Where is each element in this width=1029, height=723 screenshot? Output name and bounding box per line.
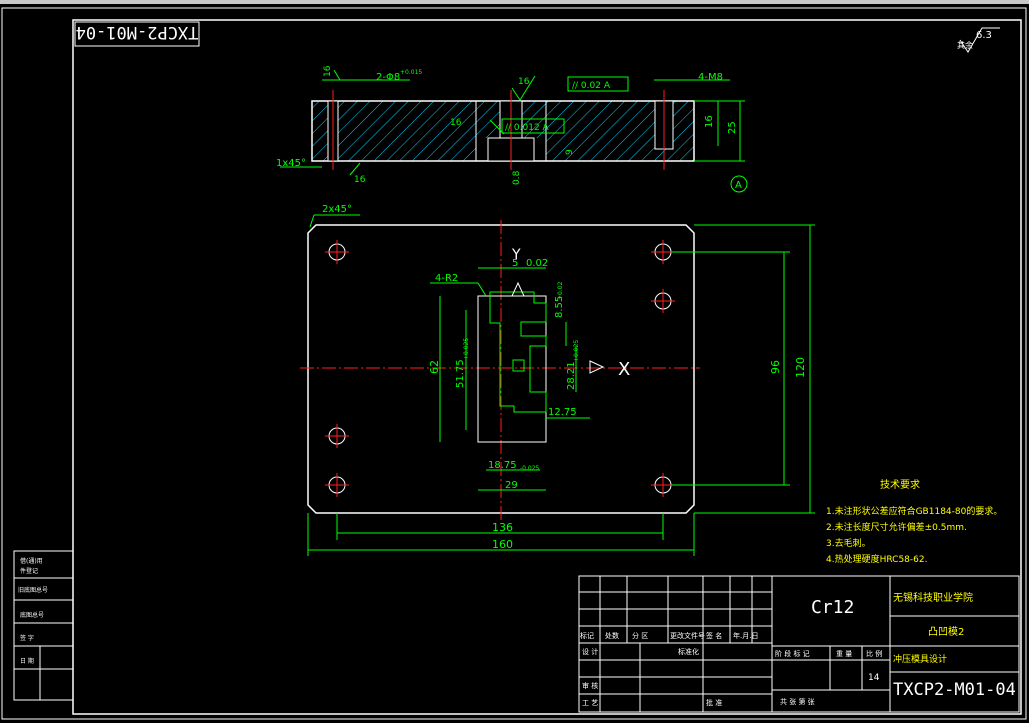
hole-tr — [651, 240, 675, 264]
dim-25: 25 — [727, 121, 738, 134]
notes-title: 技术要求 — [880, 478, 920, 491]
dim-120: 120 — [794, 357, 807, 378]
hole-br — [651, 473, 675, 497]
school-name: 无锡科技职业学院 — [893, 591, 973, 604]
dim-855-tol: +0.02 — [557, 281, 564, 300]
tb-design: 设 计 — [582, 647, 598, 656]
holes-tol: +0.015 — [400, 69, 422, 76]
note-2: 2.未注长度尺寸允许偏差±0.5mm. — [826, 521, 967, 533]
parallel-tol-2: // 0.012 A — [505, 123, 550, 133]
dim-9: 9 — [565, 149, 575, 155]
thread-label: 4-M8 — [698, 72, 723, 83]
roughness-value: 6.3 — [976, 30, 992, 41]
hole-tl — [325, 240, 349, 264]
tb-review: 审 核 — [582, 681, 598, 690]
dim-5175-tol: +0.025 — [463, 338, 470, 360]
dim-16: 16 — [704, 115, 715, 128]
dim-16-side: 16 — [354, 175, 366, 185]
tb-date: 年.月.日 — [733, 631, 758, 640]
left-label-2: 件登记 — [20, 567, 38, 575]
sheet-value: 14 — [868, 673, 880, 683]
dim-2821: 28.21 — [566, 361, 577, 390]
dim-1275: 12.75 — [548, 407, 577, 418]
dim-160: 160 — [492, 538, 513, 551]
symmetry-tol: 0.02 — [526, 258, 548, 269]
roughness-symbol: 6.3 其余 — [957, 27, 1000, 53]
dim-5175: 51.75 — [455, 359, 466, 388]
roughness-16: 16 — [323, 65, 333, 77]
roughness-08: 0.8 — [512, 170, 522, 185]
roughness-rest-label: 其余 — [957, 40, 973, 50]
left-label-5: 签 字 — [20, 634, 34, 642]
tb-scale: 比 例 — [866, 649, 882, 658]
hole-tr2 — [651, 289, 675, 313]
chamfer-label-section: 1x45° — [276, 158, 306, 169]
tb-stage: 阶 段 标 记 — [775, 649, 810, 658]
note-4: 4.热处理硬度HRC58-62. — [826, 553, 927, 565]
mirrored-drawing-number: TXCP2-M01-04 — [76, 22, 199, 42]
hole-bl — [325, 424, 349, 448]
tb-signature: 签 名 — [706, 631, 722, 640]
axis-x-label: X — [618, 359, 630, 380]
dim-2821-tol: +0.025 — [573, 340, 580, 362]
tb-count: 处数 — [605, 631, 619, 640]
parallel-tol-1: // 0.02 A — [572, 81, 611, 91]
left-label-4: 底图总号 — [20, 611, 44, 619]
tb-process: 工 艺 — [582, 699, 598, 707]
part-name: 凸凹模2 — [928, 626, 964, 638]
mirrored-number-box: TXCP2-M01-04 — [74, 21, 200, 47]
dim-62: 62 — [428, 360, 441, 374]
roughness-16c: 16 — [450, 118, 462, 128]
drawing-canvas[interactable]: TXCP2-M01-04 6.3 其余 25 16 4-M8 2-Φ8 +0.0… — [0, 0, 1029, 723]
roughness-16b: 16 — [518, 77, 530, 87]
datum-a: A — [735, 180, 742, 191]
chamfer-label-plan: 2x45° — [322, 204, 352, 215]
tb-approve: 批 准 — [706, 698, 722, 707]
radius-label: 4-R2 — [435, 273, 458, 284]
note-1: 1.未注形状公差应符合GB1184-80的要求。 — [826, 505, 1002, 517]
drawing-number: TXCP2-M01-04 — [893, 680, 1016, 700]
dim-29: 29 — [505, 480, 518, 491]
dim-96: 96 — [769, 360, 782, 374]
material-cell: Cr12 — [811, 597, 854, 618]
holes-label: 2-Φ8 — [376, 72, 400, 83]
dim-1875-tol: -0.025 — [520, 465, 540, 472]
left-label-6: 日 期 — [20, 657, 34, 665]
tb-sheets: 共 张 第 张 — [780, 697, 815, 706]
tb-mark: 标记 — [580, 631, 594, 640]
tb-zone: 分 区 — [632, 631, 648, 640]
dim-1875: 18.75 — [488, 460, 517, 471]
tb-change-doc: 更改文件号 — [670, 631, 705, 640]
technical-notes: 技术要求 1.未注形状公差应符合GB1184-80的要求。 2.未注长度尺寸允许… — [826, 478, 1002, 565]
drawing-title: 冲压模具设计 — [893, 653, 947, 665]
section-view: 25 16 4-M8 2-Φ8 +0.015 16 16 16 // 0.02 … — [276, 65, 748, 193]
hole-bl2 — [325, 473, 349, 497]
tb-standardize: 标准化 — [678, 647, 699, 656]
left-label-1: 借(通)用 — [20, 557, 43, 565]
dim-5: 5 — [512, 258, 518, 269]
dim-136: 136 — [492, 521, 513, 534]
tb-weight: 重 量 — [836, 650, 852, 658]
plan-view: X Y 136 160 120 96 62 51.75 +0.025 29 18… — [300, 204, 815, 556]
note-3: 3.去毛刺。 — [826, 537, 871, 549]
left-label-3: 旧底图总号 — [18, 586, 48, 594]
